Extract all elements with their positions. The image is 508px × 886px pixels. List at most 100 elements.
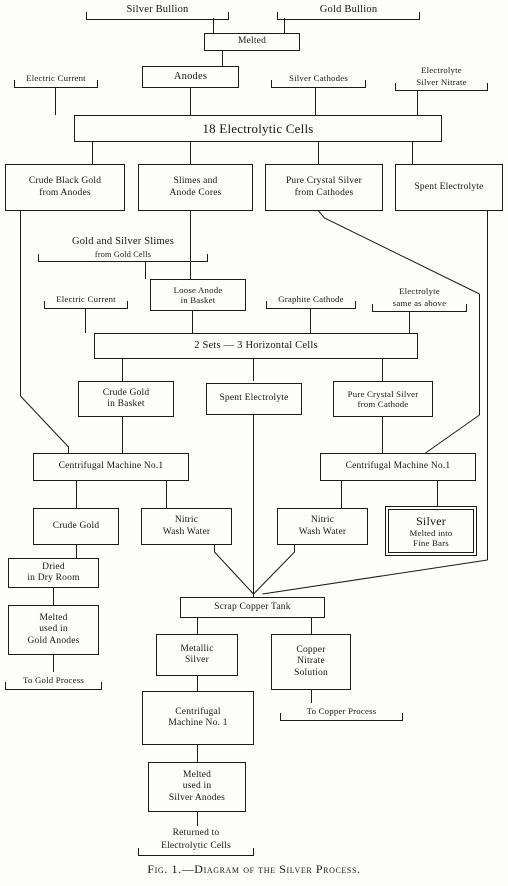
- box-stub-right: [101, 682, 102, 690]
- box-rule: [266, 308, 356, 309]
- box-rule: [86, 19, 229, 20]
- box-stub-left: [5, 682, 6, 690]
- box-stub-left: [14, 80, 15, 88]
- node-label-line2: from Cathode: [357, 399, 409, 409]
- node-copper-nitrate-solution: Copper Nitrate Solution: [271, 634, 351, 690]
- box-stub-right: [97, 80, 98, 88]
- node-label-line2: Electrolytic Cells: [161, 841, 231, 851]
- node-gold-bullion: Gold Bullion: [277, 2, 420, 20]
- node-melted-used-in-silver-anodes: Melted used in Silver Anodes: [148, 762, 246, 812]
- node-spent-electrolyte-mid: Spent Electrolyte: [206, 383, 302, 415]
- node-label-line2: Wash Water: [298, 526, 347, 537]
- node-centrifugal-machine-bottom: Centrifugal Machine No. 1: [142, 691, 254, 745]
- box-stub-left: [271, 80, 272, 88]
- figure-canvas: Silver Bullion Gold Bullion Melted Elect…: [0, 0, 508, 886]
- node-label-line1: Dried: [42, 561, 65, 572]
- figure-caption: Fig. 1.—Diagram of the Silver Process.: [147, 862, 361, 876]
- node-gold-silver-slimes: Gold and Silver Slimes from Gold Cells: [38, 236, 208, 262]
- node-label-line2: from Gold Cells: [94, 250, 152, 260]
- box-stub-right: [207, 254, 208, 262]
- box-stub-left: [395, 83, 396, 91]
- node-label-line2: Wash Water: [162, 526, 211, 537]
- node-label: Silver Bullion: [126, 3, 189, 15]
- node-silver-cathodes: Silver Cathodes: [271, 70, 366, 88]
- box-stub-right: [253, 848, 254, 856]
- box-rule: [271, 87, 366, 88]
- node-label: Centrifugal Machine No.1: [58, 461, 164, 472]
- node-silver-bullion: Silver Bullion: [86, 2, 229, 20]
- node-label-line1: Returned to: [172, 827, 220, 838]
- node-crude-gold: Crude Gold: [33, 508, 119, 545]
- node-label-line2: same as above: [392, 298, 447, 308]
- node-label-line1: Centrifugal: [175, 706, 221, 717]
- node-nitric-wash-water-left: Nitric Wash Water: [141, 508, 232, 545]
- box-stub-right: [419, 12, 420, 20]
- node-label-line1: Gold and Silver Slimes: [71, 235, 175, 247]
- box-stub-left: [277, 12, 278, 20]
- node-label-line1: Copper: [296, 645, 326, 656]
- node-label-line1: Loose Anode: [173, 284, 223, 295]
- node-2-sets-3-horizontal-cells: 2 Sets — 3 Horizontal Cells: [94, 333, 418, 359]
- node-label: Electric Current: [56, 293, 116, 304]
- node-label: To Copper Process: [306, 705, 377, 716]
- node-centrifugal-machine-left: Centrifugal Machine No.1: [33, 453, 189, 481]
- node-label-line2: in Dry Room: [27, 573, 80, 583]
- node-label-line1: Electrolyte: [399, 285, 440, 296]
- node-returned-to-electrolytic-cells: Returned to Electrolytic Cells: [138, 826, 254, 856]
- node-label: Graphite Cathode: [278, 293, 344, 304]
- node-electrolyte-same-as-above: Electrolyte same as above: [372, 284, 467, 312]
- node-label-line2: Silver: [185, 655, 209, 665]
- box-stub-right: [487, 83, 488, 91]
- node-label-line2: used in: [182, 781, 212, 792]
- node-anodes: Anodes: [142, 66, 239, 88]
- node-label: Spent Electrolyte: [414, 181, 484, 192]
- node-label-line2: Silver Nitrate: [416, 77, 467, 87]
- box-stub-left: [138, 848, 139, 856]
- node-label-line2: from Anodes: [39, 187, 91, 198]
- node-label-line1: Electrolyte: [421, 64, 462, 75]
- node-label-line2: used in: [39, 624, 68, 635]
- node-label-line1: Crude Gold: [102, 387, 150, 398]
- node-label: Melted: [237, 36, 267, 47]
- node-dried-in-dry-room: Dried in Dry Room: [8, 558, 99, 588]
- node-inner-frame: Silver Melted into Fine Bars: [388, 509, 474, 553]
- node-label-line2: from Cathodes: [294, 187, 354, 198]
- node-melted: Melted: [204, 33, 300, 51]
- box-rule: [280, 720, 403, 721]
- node-label-line2: Nitrate: [297, 656, 325, 667]
- node-label-line2: in Basket: [107, 399, 145, 409]
- box-rule: [395, 90, 488, 91]
- node-label: 2 Sets — 3 Horizontal Cells: [194, 339, 318, 351]
- node-crude-gold-in-basket: Crude Gold in Basket: [78, 381, 174, 417]
- box-rule: [277, 19, 420, 20]
- box-stub-left: [86, 12, 87, 20]
- node-label-line3: Solution: [294, 667, 328, 678]
- node-label: Crude Gold: [52, 520, 100, 531]
- node-label: Silver Cathodes: [289, 72, 348, 83]
- node-label-line2: Machine No. 1: [168, 718, 228, 728]
- node-label-line2: in Basket: [180, 295, 216, 305]
- box-stub-left: [280, 713, 281, 721]
- node-label-line1: Crude Black Gold: [28, 176, 102, 187]
- node-label-line1: Nitric: [310, 515, 335, 526]
- node-metallic-silver: Metallic Silver: [156, 634, 238, 676]
- node-electrolyte-silver-nitrate: Electrolyte Silver Nitrate: [395, 63, 488, 91]
- node-silver-fine-bars: Silver Melted into Fine Bars: [385, 506, 477, 556]
- box-stub-right: [228, 12, 229, 20]
- box-stub-left: [266, 301, 267, 309]
- node-label: Gold Bullion: [319, 3, 378, 15]
- node-spent-electrolyte-top: Spent Electrolyte: [395, 164, 503, 211]
- node-label-line1: Melted: [39, 613, 68, 624]
- node-label: Anodes: [173, 70, 208, 82]
- box-stub-left: [38, 254, 39, 262]
- node-crude-black-gold: Crude Black Gold from Anodes: [5, 164, 125, 211]
- box-rule: [44, 308, 128, 309]
- node-18-electrolytic-cells: 18 Electrolytic Cells: [74, 115, 442, 142]
- node-to-copper-process: To Copper Process: [280, 703, 403, 721]
- node-label: Spent Electrolyte: [219, 393, 289, 404]
- node-melted-used-in-gold-anodes: Melted used in Gold Anodes: [8, 605, 99, 655]
- node-label: 18 Electrolytic Cells: [202, 120, 314, 136]
- node-label-line2: Melted into: [409, 527, 453, 538]
- node-label-line1: Metallic: [180, 643, 214, 654]
- node-label-line1: Slimes and: [173, 176, 218, 187]
